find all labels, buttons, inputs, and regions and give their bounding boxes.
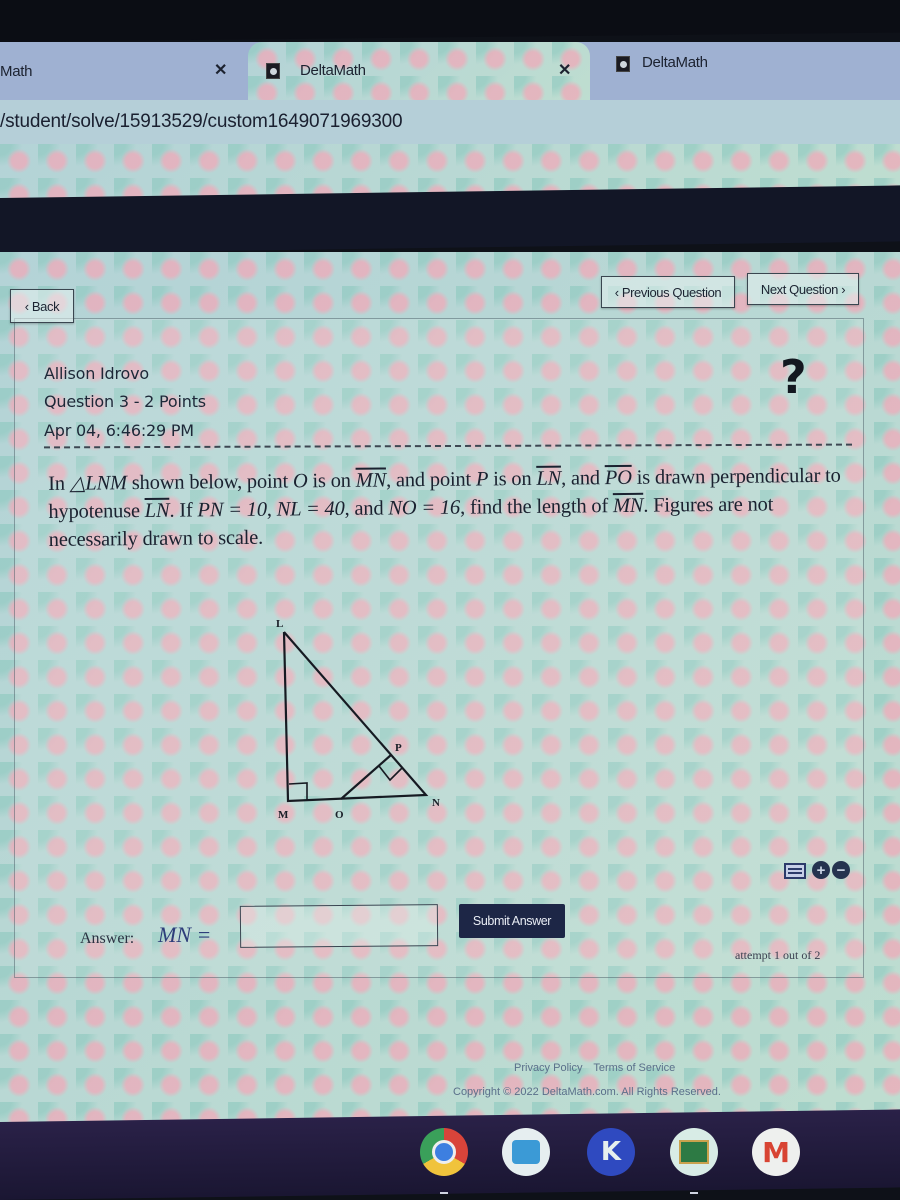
triangle-diagram: L M O P N <box>276 618 440 821</box>
running-indicator <box>690 1192 698 1194</box>
prompt-text: . If <box>169 499 198 522</box>
zoom-in-icon[interactable]: + <box>812 861 830 879</box>
segment-po <box>340 754 392 800</box>
prompt-text: In <box>48 472 70 495</box>
math-equation: NO = 16 <box>388 496 461 520</box>
math-triangle: △LNM <box>69 472 127 495</box>
math-segment: MN <box>612 494 644 518</box>
math-equation: NL = 40 <box>276 497 345 521</box>
math-equation: PN = 10 <box>197 498 267 522</box>
prompt-text: , find the length of <box>459 495 614 519</box>
math-point: P <box>475 468 489 491</box>
prompt-text: , and <box>560 467 605 490</box>
tab-title: DeltaMath <box>642 54 708 71</box>
prompt-text: , and point <box>385 468 477 492</box>
zoom-out-icon[interactable]: − <box>832 861 850 879</box>
right-angle-m <box>288 782 308 800</box>
help-icon[interactable]: ? <box>780 350 807 404</box>
attempt-counter: attempt 1 out of 2 <box>735 948 821 962</box>
prompt-text: , <box>266 498 277 521</box>
question-points: Question 3 - 2 Points <box>44 392 206 411</box>
answer-input[interactable] <box>239 904 439 948</box>
math-segment: LN <box>536 467 562 490</box>
tab-title: DeltaMath <box>300 62 366 79</box>
tab-strip: Math ✕ DeltaMath ✕ DeltaMath <box>0 42 900 100</box>
kami-icon[interactable]: K <box>587 1128 635 1176</box>
answer-label: Answer: <box>80 930 135 947</box>
chrome-icon[interactable] <box>420 1128 468 1176</box>
address-bar[interactable]: /student/solve/15913529/custom1649071969… <box>0 100 900 144</box>
question-timestamp: Apr 04, 6:46:29 PM <box>44 421 194 440</box>
submit-answer-button[interactable]: Submit Answer <box>459 904 565 938</box>
close-tab-icon[interactable]: ✕ <box>558 60 571 80</box>
tab-title: Math <box>0 63 33 80</box>
back-button[interactable]: ‹ Back <box>10 289 74 323</box>
label-n: N <box>432 797 440 809</box>
url-text[interactable]: /student/solve/15913529/custom1649071969… <box>0 111 403 133</box>
student-name: Allison Idrovo <box>44 364 149 383</box>
running-indicator <box>440 1192 448 1194</box>
tab-deltamath[interactable]: DeltaMath <box>600 42 900 100</box>
screen-bezel <box>0 0 900 42</box>
math-segment: LN <box>144 499 170 522</box>
math-point: O <box>292 470 308 493</box>
label-l: L <box>276 618 283 630</box>
triangle-lnm <box>282 631 429 803</box>
terms-of-service-link[interactable]: Terms of Service <box>593 1062 675 1074</box>
tab-deltamath-active[interactable]: DeltaMath ✕ <box>248 42 590 100</box>
label-m: M <box>278 809 289 821</box>
privacy-policy-link[interactable]: Privacy Policy <box>514 1062 582 1074</box>
cloud-app-icon[interactable] <box>502 1128 550 1176</box>
math-segment: MN <box>355 469 387 492</box>
keyboard-icon[interactable] <box>784 863 806 879</box>
label-p: P <box>395 742 402 754</box>
footer-links: Privacy Policy Terms of Service <box>514 1062 683 1074</box>
prompt-text: is on <box>488 467 537 491</box>
prompt-text: , and <box>344 497 389 520</box>
deltamath-favicon-icon <box>266 63 280 79</box>
next-question-button[interactable]: Next Question › <box>747 273 859 305</box>
label-o: O <box>335 809 344 821</box>
tab-math[interactable]: Math ✕ <box>0 42 250 100</box>
prompt-text: is on <box>307 469 356 493</box>
page-navbar <box>0 185 900 254</box>
math-segment: PO <box>604 466 632 490</box>
classroom-icon[interactable] <box>670 1128 718 1176</box>
close-tab-icon[interactable]: ✕ <box>214 60 227 80</box>
copyright-text: Copyright © 2022 DeltaMath.com. All Righ… <box>453 1086 721 1098</box>
right-angle-p <box>378 765 403 782</box>
answer-variable: MN = <box>158 922 212 947</box>
previous-question-button[interactable]: ‹ Previous Question <box>601 276 735 308</box>
prompt-text: shown below, point <box>126 470 294 495</box>
gmail-icon[interactable]: M <box>752 1128 800 1176</box>
question-prompt: In △LNM shown below, point O is on MN, a… <box>48 462 849 554</box>
deltamath-favicon-icon <box>616 56 630 72</box>
